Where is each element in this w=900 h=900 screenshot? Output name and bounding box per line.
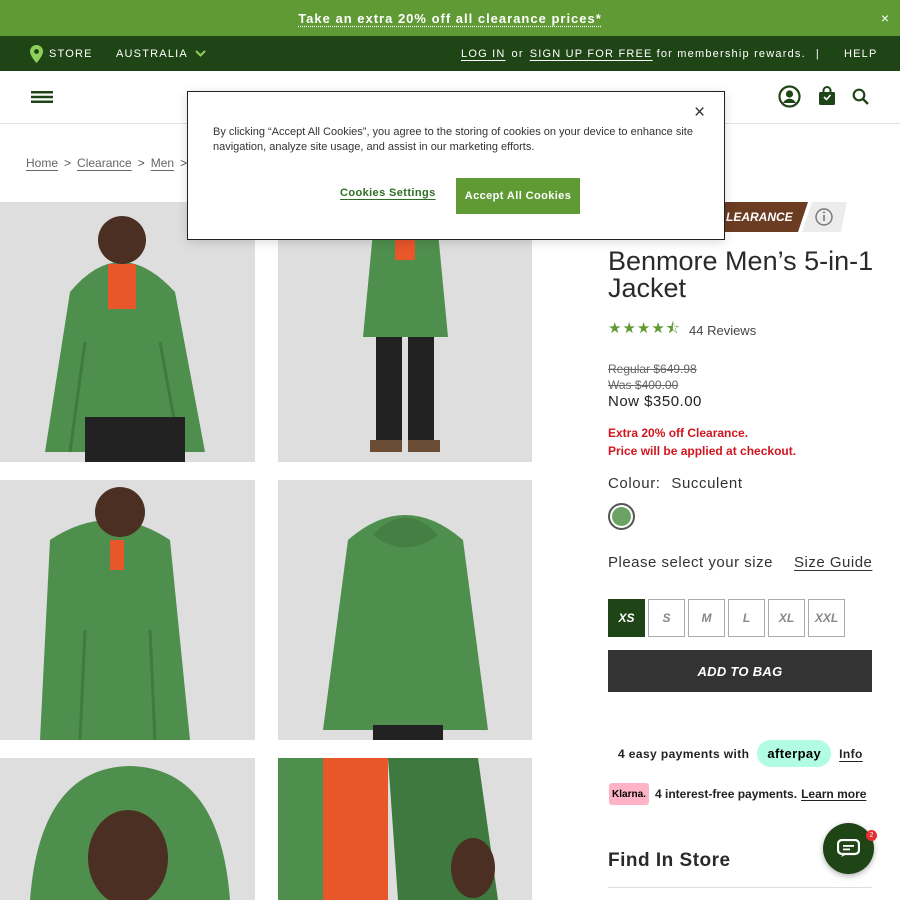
region-label: AUSTRALIA bbox=[116, 47, 188, 60]
close-icon[interactable]: × bbox=[881, 10, 890, 26]
colour-value: Succulent bbox=[671, 475, 743, 492]
afterpay-info-link[interactable]: Info bbox=[839, 747, 863, 761]
rating[interactable]: ★★★★⯪ 44 Reviews bbox=[608, 318, 756, 343]
badge-label: LEARANCE bbox=[726, 210, 793, 224]
swatch-fill bbox=[612, 507, 631, 526]
chat-badge: 2 bbox=[866, 830, 877, 841]
breadcrumb: Home > Clearance > Men > bbox=[26, 156, 187, 170]
size-guide-link[interactable]: Size Guide bbox=[794, 554, 872, 571]
review-count[interactable]: 44 Reviews bbox=[689, 323, 756, 338]
afterpay-text: 4 easy payments with bbox=[618, 746, 750, 761]
divider bbox=[608, 887, 872, 888]
jacket-photo bbox=[0, 480, 255, 740]
product-image-back[interactable] bbox=[278, 480, 532, 740]
jacket-photo bbox=[278, 758, 532, 900]
colour-swatch-succulent[interactable] bbox=[608, 503, 635, 530]
accept-cookies-button[interactable]: Accept All Cookies bbox=[456, 178, 580, 214]
size-option-xs[interactable]: XS bbox=[608, 599, 645, 637]
breadcrumb-separator: > bbox=[64, 156, 72, 170]
cookie-text: By clicking “Accept All Cookies”, you ag… bbox=[213, 126, 693, 153]
klarna-logo: Klarna. bbox=[609, 783, 649, 805]
rewards-text: for membership rewards. bbox=[656, 47, 806, 60]
product-image-detail[interactable] bbox=[278, 758, 532, 900]
regular-price: Regular $649.98 bbox=[608, 362, 697, 376]
product-image-front[interactable] bbox=[0, 202, 255, 462]
divider: | bbox=[815, 47, 820, 60]
store-label: STORE bbox=[49, 47, 93, 60]
product-image-hood[interactable] bbox=[0, 758, 255, 900]
star-rating-icon: ★★★★⯪ bbox=[608, 320, 681, 337]
close-icon[interactable]: × bbox=[694, 102, 705, 124]
klarna-row: Klarna. 4 interest-free payments. Learn … bbox=[609, 783, 866, 805]
cookie-settings-button[interactable]: Cookies Settings bbox=[340, 187, 436, 199]
breadcrumb-men[interactable]: Men bbox=[151, 156, 174, 170]
find-in-store-heading[interactable]: Find In Store bbox=[608, 850, 731, 872]
size-option-s[interactable]: S bbox=[648, 599, 685, 637]
jacket-photo bbox=[278, 480, 532, 740]
login-link[interactable]: LOG IN bbox=[461, 48, 506, 60]
afterpay-logo: afterpay bbox=[757, 740, 832, 767]
promo-text[interactable]: Take an extra 20% off all clearance pric… bbox=[298, 11, 602, 26]
jacket-photo bbox=[278, 202, 532, 462]
account-icon[interactable] bbox=[778, 85, 801, 108]
breadcrumb-separator: > bbox=[137, 156, 145, 170]
colour-label: Colour: bbox=[608, 475, 661, 492]
checkout-note: Price will be applied at checkout. bbox=[608, 444, 797, 458]
store-link[interactable]: STORE bbox=[30, 36, 93, 71]
chevron-down-icon bbox=[195, 50, 206, 57]
size-option-xxl[interactable]: XXL bbox=[808, 599, 845, 637]
klarna-text: 4 interest-free payments. bbox=[655, 787, 798, 801]
location-pin-icon bbox=[30, 44, 43, 63]
chat-button[interactable]: 2 bbox=[823, 823, 877, 874]
breadcrumb-home[interactable]: Home bbox=[26, 156, 58, 170]
extra-discount-note: Extra 20% off Clearance. bbox=[608, 426, 749, 440]
membership-links: LOG IN or SIGN UP FOR FREE for membershi… bbox=[461, 36, 820, 71]
afterpay-row: 4 easy payments with afterpay Info bbox=[618, 740, 863, 767]
jacket-photo bbox=[0, 758, 255, 900]
utility-bar: STORE AUSTRALIA LOG IN or SIGN UP FOR FR… bbox=[0, 36, 900, 71]
now-price: Now $350.00 bbox=[608, 393, 702, 410]
size-prompt: Please select your size bbox=[608, 554, 773, 571]
product-image-side[interactable] bbox=[0, 480, 255, 740]
search-icon[interactable] bbox=[852, 88, 869, 105]
signup-link[interactable]: SIGN UP FOR FREE bbox=[530, 48, 653, 60]
colour-row: Colour: Succulent bbox=[608, 475, 743, 492]
product-image-full-length[interactable] bbox=[278, 202, 532, 462]
breadcrumb-clearance[interactable]: Clearance bbox=[77, 156, 132, 170]
was-price: Was $400.00 bbox=[608, 378, 679, 392]
promo-banner[interactable]: Take an extra 20% off all clearance pric… bbox=[0, 0, 900, 36]
klarna-learn-more-link[interactable]: Learn more bbox=[801, 787, 866, 801]
add-to-bag-button[interactable]: ADD TO BAG bbox=[608, 650, 872, 692]
jacket-photo bbox=[0, 202, 255, 462]
size-selector: XS S M L XL XXL bbox=[608, 599, 845, 637]
chat-icon bbox=[837, 839, 860, 857]
region-selector[interactable]: AUSTRALIA bbox=[116, 36, 206, 71]
size-option-xl[interactable]: XL bbox=[768, 599, 805, 637]
or-text: or bbox=[511, 47, 524, 60]
product-title: Benmore Men’s 5-in-1 Jacket bbox=[608, 246, 874, 303]
size-option-m[interactable]: M bbox=[688, 599, 725, 637]
cookie-consent-dialog: By clicking “Accept All Cookies”, you ag… bbox=[187, 91, 725, 240]
help-link[interactable]: HELP bbox=[844, 36, 878, 71]
afterpay-logo-text: afterpay bbox=[767, 746, 822, 761]
bag-icon[interactable] bbox=[818, 86, 836, 106]
menu-icon[interactable] bbox=[31, 91, 53, 103]
size-option-l[interactable]: L bbox=[728, 599, 765, 637]
